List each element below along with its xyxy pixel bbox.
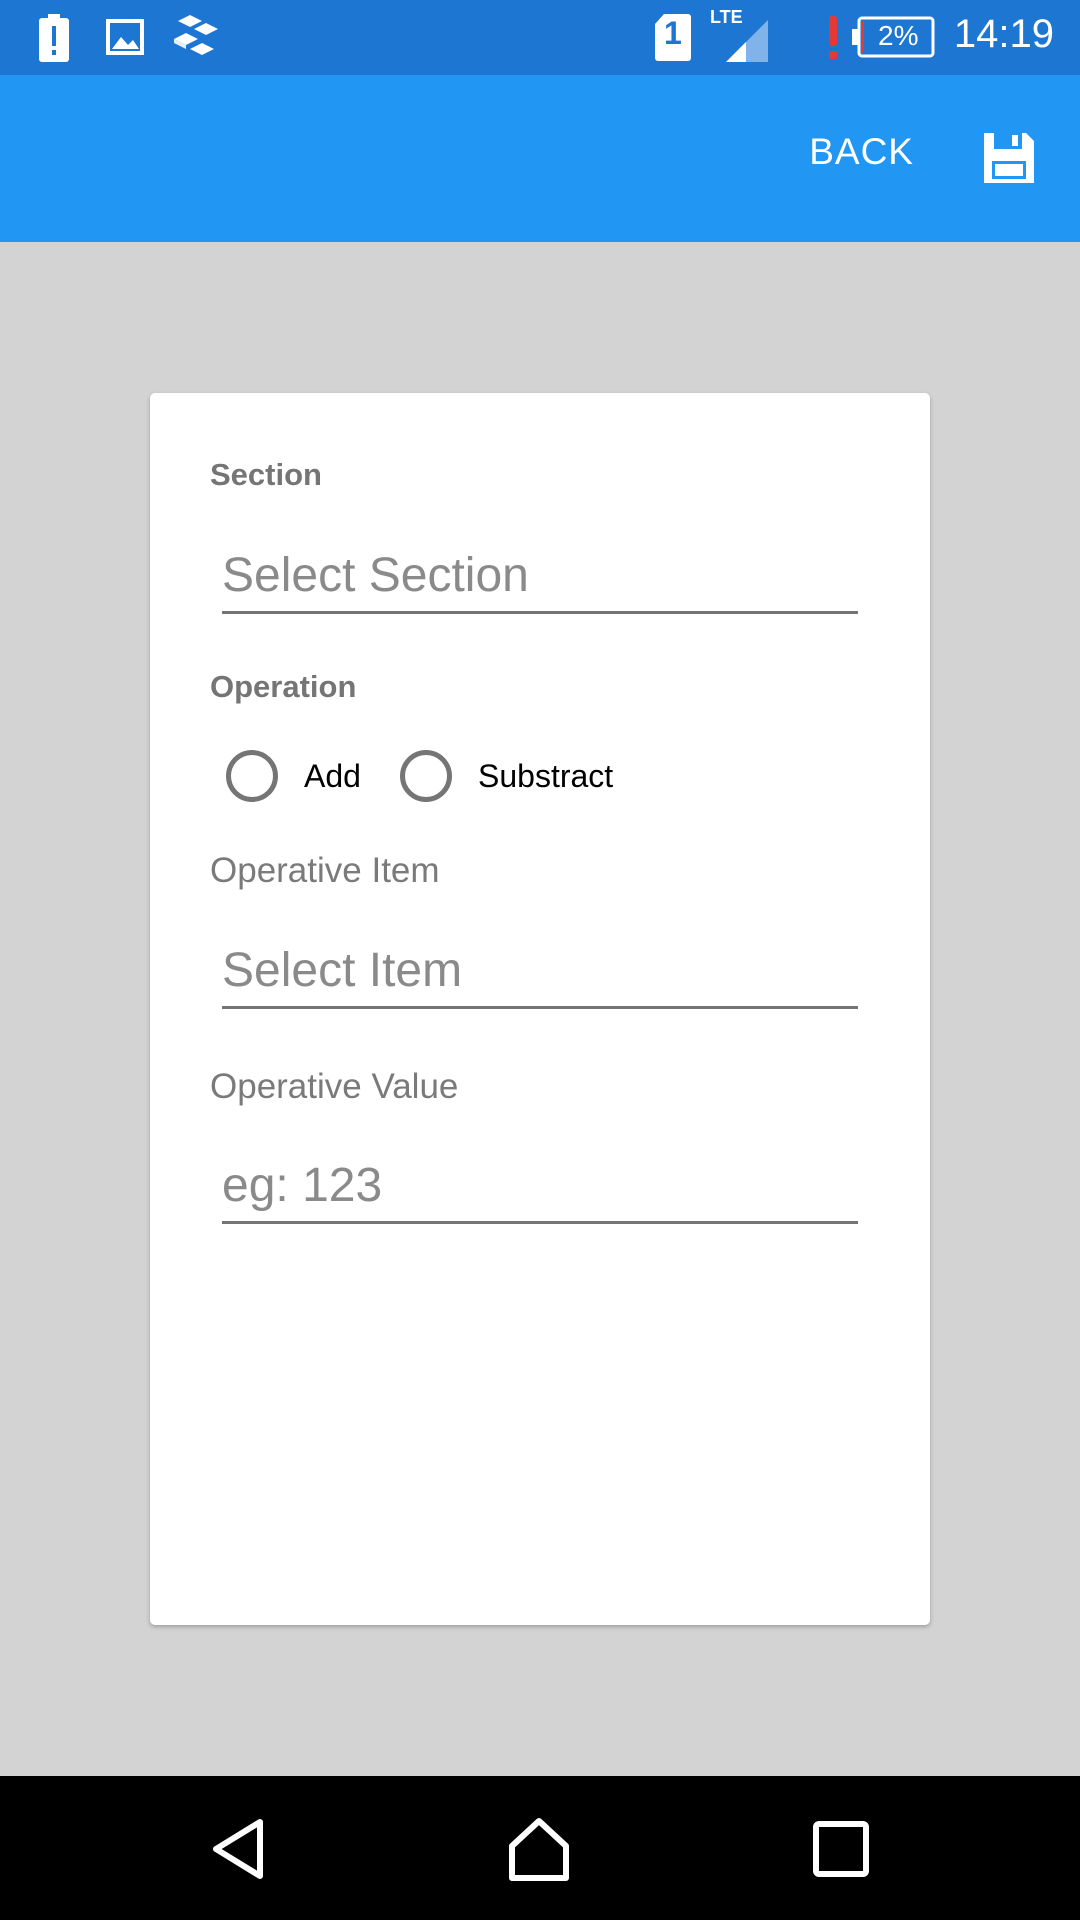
back-button[interactable]: BACK xyxy=(809,131,914,173)
operative-value-input[interactable]: eg: 123 xyxy=(222,1151,858,1224)
status-bar: 1 LTE 2% 14:19 xyxy=(0,0,1080,75)
section-placeholder: Select Section xyxy=(222,549,529,602)
image-icon xyxy=(106,19,144,55)
section-select[interactable]: Select Section xyxy=(222,541,858,614)
alert-icon xyxy=(829,16,837,59)
radio-substract-label: Substract xyxy=(478,758,614,794)
operative-item-label: Operative Item xyxy=(210,851,440,890)
floppy-disk-icon[interactable] xyxy=(982,131,1036,185)
cubes-icon xyxy=(174,15,218,55)
app-bar: BACK xyxy=(0,75,1080,242)
section-label: Section xyxy=(210,457,322,492)
operative-item-select[interactable]: Select Item xyxy=(222,936,858,1009)
radio-circle[interactable] xyxy=(226,750,278,802)
form-card: Section Select Section Operation Add Sub… xyxy=(150,393,930,1625)
radio-circle[interactable] xyxy=(400,750,452,802)
sim-number: 1 xyxy=(664,15,682,51)
back-triangle-icon[interactable] xyxy=(208,1816,274,1882)
operative-value-placeholder: eg: 123 xyxy=(222,1159,383,1212)
home-icon[interactable] xyxy=(506,1816,572,1882)
navigation-bar xyxy=(0,1776,1080,1920)
radio-add-label: Add xyxy=(304,758,361,794)
recents-icon[interactable] xyxy=(808,1816,874,1882)
operative-item-placeholder: Select Item xyxy=(222,944,463,997)
operation-label: Operation xyxy=(210,669,357,704)
battery-alert-icon xyxy=(39,14,69,62)
signal-icon xyxy=(726,20,768,62)
status-time: 14:19 xyxy=(953,12,1054,56)
operative-value-label: Operative Value xyxy=(210,1067,459,1106)
battery-percent: 2% xyxy=(878,20,919,51)
